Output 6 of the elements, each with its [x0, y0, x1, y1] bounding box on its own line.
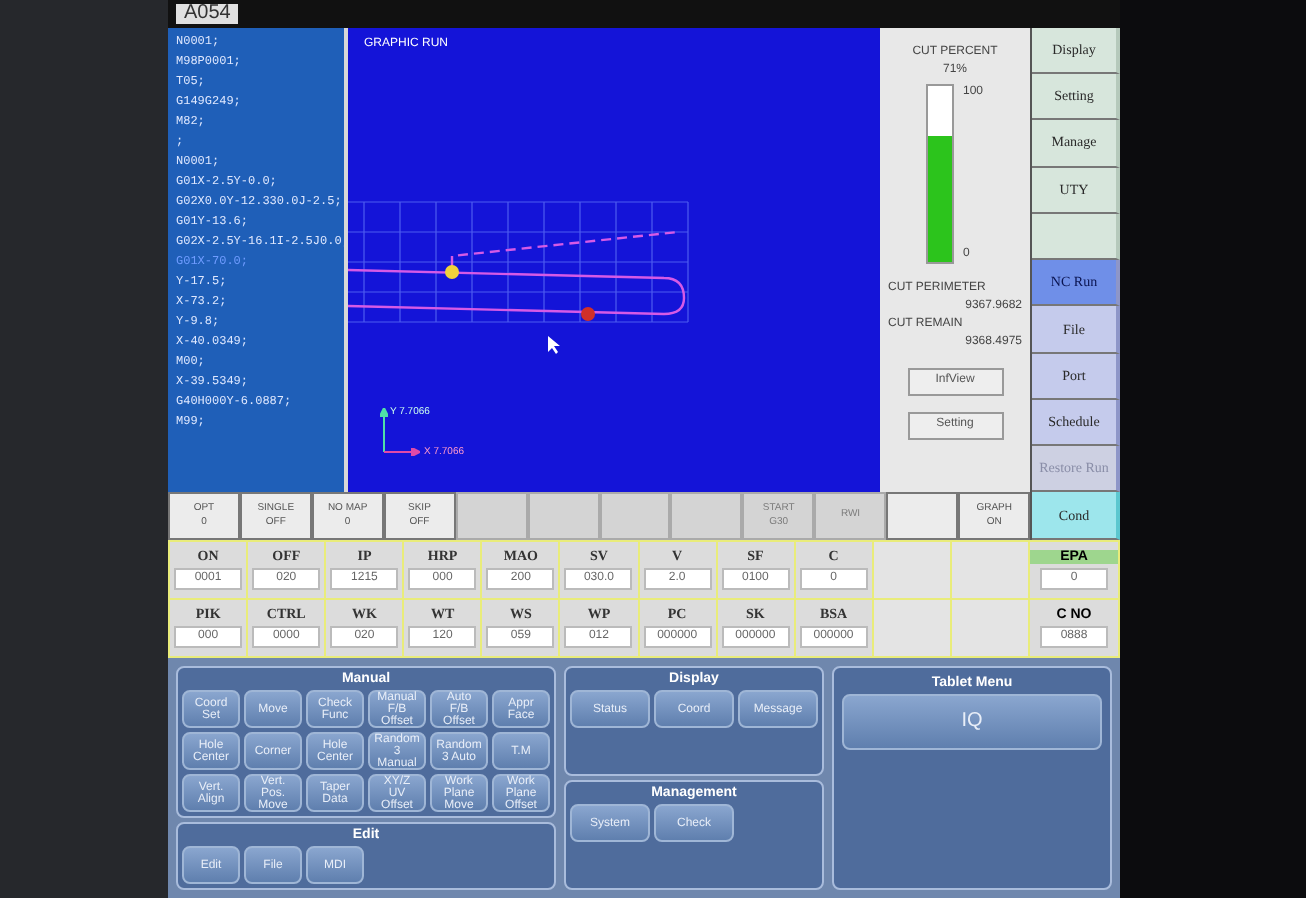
y-axis-arrow-icon — [380, 407, 388, 452]
x-axis-arrow-icon — [384, 447, 420, 456]
side-menu-tab[interactable] — [1032, 213, 1120, 261]
program-number: A054 — [176, 3, 239, 24]
mode-button[interactable] — [886, 491, 959, 540]
cursor-icon — [548, 335, 560, 354]
